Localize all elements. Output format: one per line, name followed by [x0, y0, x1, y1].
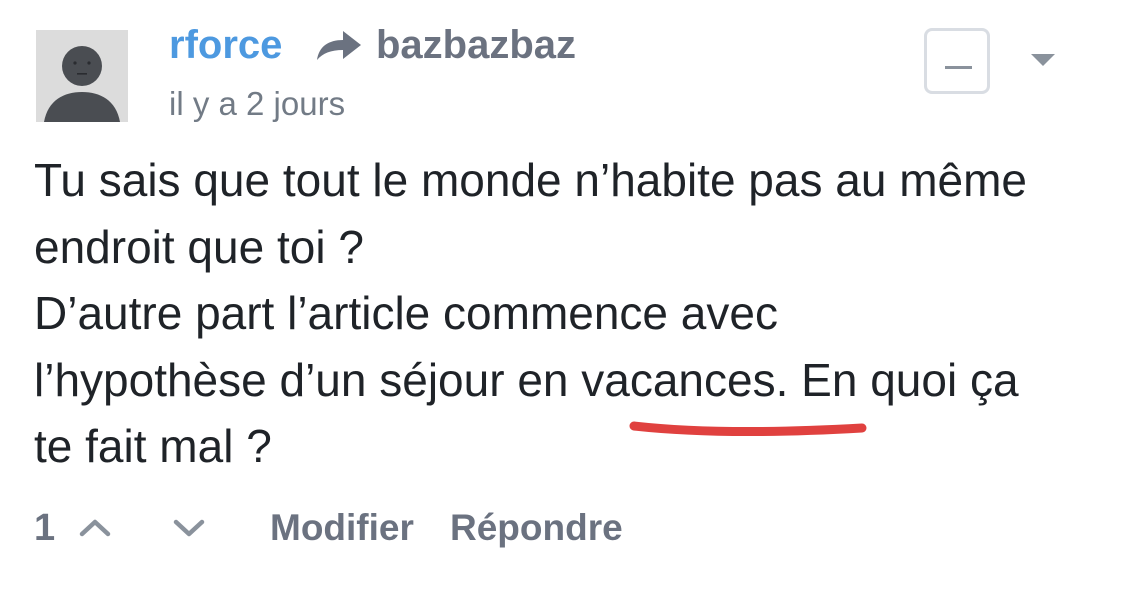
comment-body-line: Tu sais que tout le monde n’habite pas a…	[34, 154, 1027, 206]
vote-count: 1	[34, 507, 56, 549]
collapse-button[interactable]	[924, 28, 990, 94]
edit-button[interactable]: Modifier	[270, 503, 414, 553]
share-arrow-icon	[317, 31, 361, 60]
comment-body-line: l’hypothèse d’un séjour en vacances. En …	[34, 353, 1019, 406]
default-user-avatar-icon	[36, 30, 128, 122]
comment-body-line: D’autre part l’article commence avec	[34, 287, 778, 339]
reply-to-user[interactable]: bazbazbaz	[376, 18, 576, 72]
comment-timestamp[interactable]: il y a 2 jours	[169, 82, 345, 126]
reply-button[interactable]: Répondre	[450, 503, 623, 553]
author-name[interactable]: rforce	[169, 18, 282, 72]
comment-body-line: te fait mal ?	[34, 420, 272, 472]
comment-card: rforce bazbazbaz il y a 2 jours Tu sais …	[0, 0, 1125, 604]
minus-square-icon	[945, 66, 972, 69]
caret-down-icon[interactable]	[1031, 54, 1055, 66]
chevron-up-icon[interactable]	[78, 514, 112, 542]
chevron-down-icon[interactable]	[172, 514, 206, 542]
comment-body-line: endroit que toi ?	[34, 220, 364, 273]
red-underline-annotation	[629, 421, 867, 437]
avatar[interactable]	[36, 30, 128, 122]
comment-body: Tu sais que tout le monde n’habite pas a…	[34, 147, 1104, 480]
